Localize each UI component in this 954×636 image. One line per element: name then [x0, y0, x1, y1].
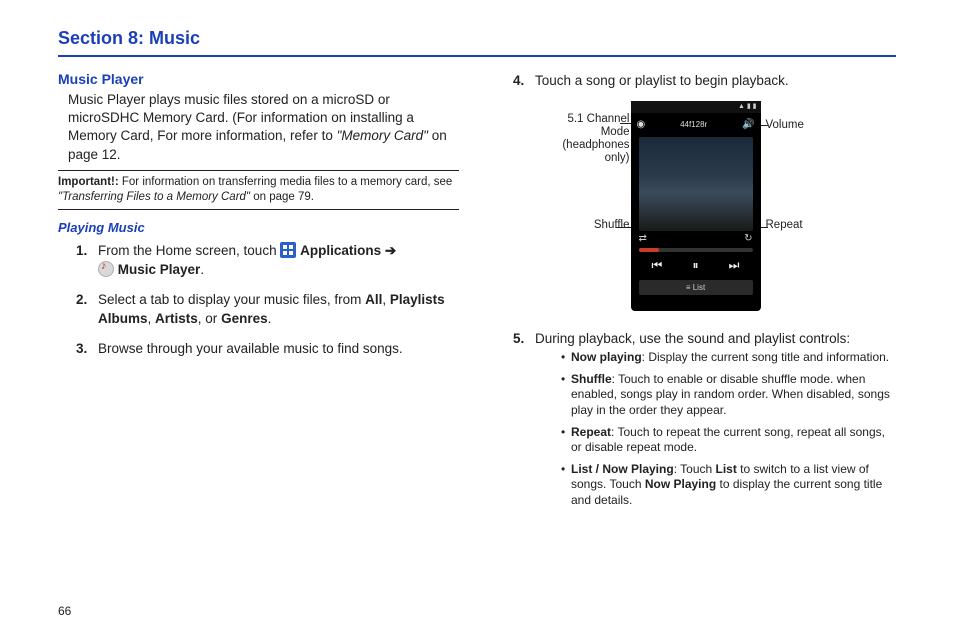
b2-body: : Touch to enable or disable shuffle mod…: [571, 372, 890, 417]
step-1: From the Home screen, touch Applications…: [76, 241, 459, 280]
step2-a: Select a tab to display your music files…: [98, 292, 365, 307]
manual-page: Section 8: Music Music Player Music Play…: [0, 0, 954, 636]
applications-icon: [280, 242, 296, 258]
b4-m1: : Touch: [674, 462, 716, 476]
steps-right-2: During playback, use the sound and playl…: [513, 329, 896, 509]
repeat-icon: ↻: [744, 233, 752, 244]
heading-music-player: Music Player: [58, 71, 459, 87]
bullet-repeat: Repeat: Touch to repeat the current song…: [561, 425, 896, 456]
heading-playing-music: Playing Music: [58, 220, 459, 235]
channel-icon: ◉: [637, 119, 646, 130]
phone-album-art: [639, 137, 753, 231]
pause-icon: ⏸: [692, 258, 698, 273]
music-player-icon: [98, 261, 114, 277]
b3-head: Repeat: [571, 425, 611, 439]
controls-list: Now playing: Display the current song ti…: [561, 350, 896, 508]
step2-genres: Genres: [221, 311, 268, 326]
step-3: Browse through your available music to f…: [76, 339, 459, 359]
shuffle-icon: ⇄: [639, 233, 647, 244]
b4-np: Now Playing: [645, 477, 716, 491]
step2-or: , or: [198, 311, 221, 326]
phone-status-bar: ▲ ▮ ▮: [631, 101, 761, 113]
step2-all: All: [365, 292, 382, 307]
page-number: 66: [58, 604, 71, 618]
phone-progress: [639, 248, 753, 252]
intro-paragraph: Music Player plays music files stored on…: [68, 91, 459, 164]
bullet-list-nowplaying: List / Now Playing: Touch List to switch…: [561, 462, 896, 509]
phone-mode-row: ⇄ ↻: [631, 231, 761, 246]
phone-topbar: ◉ 44f128r 🔊: [631, 113, 761, 137]
section-title: Section 8: Music: [58, 28, 896, 57]
callout-repeat: Repeat: [766, 219, 803, 232]
step2-c1: ,: [382, 292, 390, 307]
bullet-shuffle: Shuffle: Touch to enable or disable shuf…: [561, 372, 896, 419]
step1-d: .: [200, 262, 204, 277]
phone-track: 44f128r: [680, 120, 707, 129]
callout-shuffle: Shuffle: [556, 219, 630, 232]
step-4: Touch a song or playlist to begin playba…: [513, 71, 896, 91]
step-2: Select a tab to display your music files…: [76, 290, 459, 329]
phone-diagram: 5.1 Channel Mode (headphones only) Shuff…: [556, 101, 836, 321]
step2-artists: Artists: [155, 311, 198, 326]
step2-end: .: [268, 311, 272, 326]
step2-playlists: Playlists: [390, 292, 445, 307]
steps-left: From the Home screen, touch Applications…: [76, 241, 459, 359]
volume-icon: 🔊: [742, 119, 754, 130]
important-ref: "Transferring Files to a Memory Card": [58, 191, 250, 203]
b3-body: : Touch to repeat the current song, repe…: [571, 425, 885, 455]
callout-51channel: 5.1 Channel Mode (headphones only): [556, 113, 630, 166]
important-note: Important!: For information on transferr…: [58, 170, 459, 210]
b2-head: Shuffle: [571, 372, 612, 386]
steps-right: Touch a song or playlist to begin playba…: [513, 71, 896, 91]
columns: Music Player Music Player plays music fi…: [58, 71, 896, 518]
bullet-now-playing: Now playing: Display the current song ti…: [561, 350, 896, 366]
important-pre: For information on transferring media fi…: [122, 176, 452, 188]
arrow-icon: ➔: [385, 243, 396, 258]
intro-ref: "Memory Card": [337, 128, 428, 143]
phone-list-button: ≡ List: [639, 280, 753, 295]
right-column: Touch a song or playlist to begin playba…: [495, 71, 896, 518]
b4-list: List: [716, 462, 737, 476]
step1-b: Applications: [300, 243, 385, 258]
left-column: Music Player Music Player plays music fi…: [58, 71, 459, 518]
step2-c2: ,: [148, 311, 156, 326]
important-post: on page 79.: [250, 191, 314, 203]
b1-body: : Display the current song title and inf…: [642, 350, 889, 364]
step1-a: From the Home screen, touch: [98, 243, 280, 258]
step5-text: During playback, use the sound and playl…: [535, 331, 850, 346]
prev-icon: ⏮: [652, 258, 663, 273]
phone-controls: ⏮ ⏸ ⏭: [631, 254, 761, 277]
phone-mockup: ▲ ▮ ▮ ◉ 44f128r 🔊 ⇄ ↻ ⏮ ⏸: [631, 101, 761, 311]
next-icon: ⏭: [729, 258, 740, 273]
step-5: During playback, use the sound and playl…: [513, 329, 896, 509]
important-label: Important!:: [58, 176, 122, 188]
b4-head: List / Now Playing: [571, 462, 674, 476]
step1-c: Music Player: [118, 262, 201, 277]
step2-albums: Albums: [98, 311, 148, 326]
b1-head: Now playing: [571, 350, 642, 364]
callout-volume: Volume: [766, 119, 804, 132]
